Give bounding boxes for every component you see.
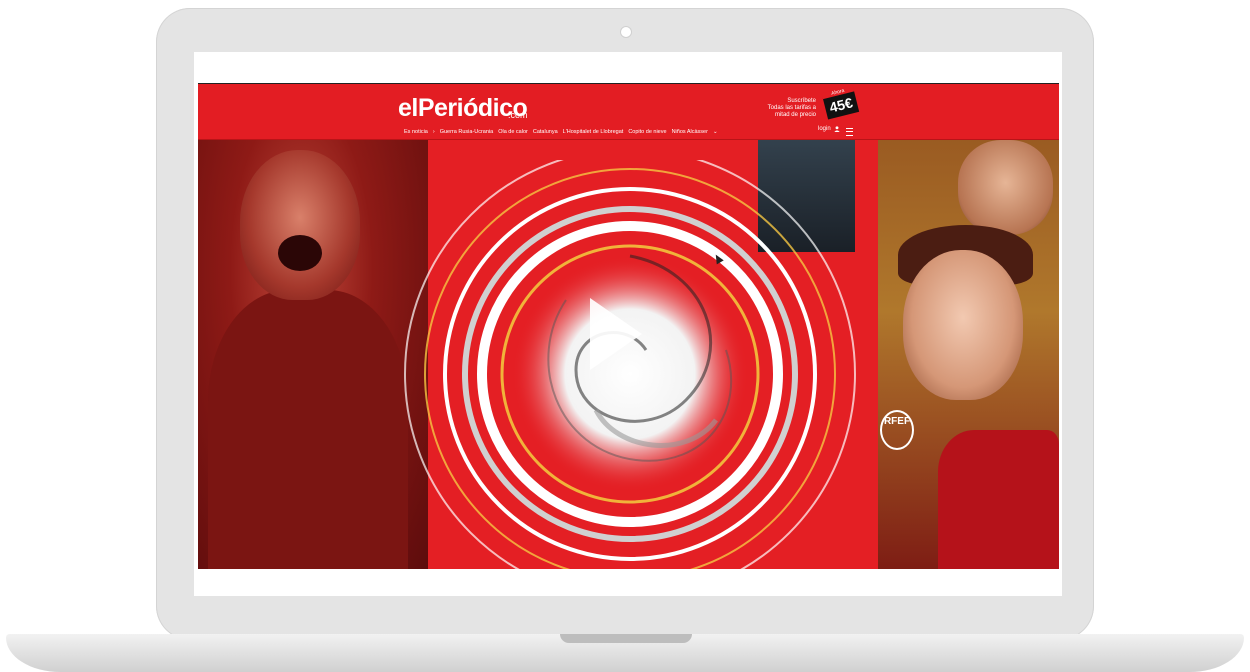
- browser-viewport: elPeriódico .com Suscríbete Todas las ta…: [198, 83, 1059, 569]
- site-logo-suffix: .com: [508, 110, 528, 120]
- menu-icon[interactable]: [846, 128, 853, 136]
- fan-left-mouth: [278, 235, 322, 271]
- fan-right-top-face: [958, 140, 1053, 235]
- nav-item[interactable]: Catalunya: [533, 129, 558, 135]
- chevron-down-icon[interactable]: ⌄: [713, 129, 718, 135]
- laptop-notch: [560, 634, 692, 643]
- fan-left-face: [240, 150, 360, 300]
- subscribe-promo[interactable]: Suscríbete Todas las tarifas a mitad de …: [728, 98, 816, 119]
- fan-right-scarf: [938, 430, 1059, 569]
- promo-line-3: mitad de precio: [774, 112, 816, 118]
- promo-line-1: Suscríbete: [787, 98, 816, 104]
- user-icon: [833, 126, 840, 132]
- promo-badge-price: 45€: [827, 94, 855, 116]
- nav-item[interactable]: Copito de nieve: [628, 129, 666, 135]
- nav-lead: Es noticia: [404, 129, 428, 135]
- topics-nav: Es noticia › Guerra Rusia-Ucrania Ola de…: [404, 127, 718, 137]
- rfef-logo: RFEF: [880, 410, 914, 450]
- nav-item[interactable]: Niños Alcàsser: [672, 129, 708, 135]
- promo-price-badge[interactable]: Ahora 45€: [821, 85, 860, 120]
- play-icon[interactable]: [590, 298, 642, 370]
- fan-right-face: [903, 250, 1023, 400]
- login-label: login: [818, 126, 831, 132]
- chevron-right-icon: ›: [432, 129, 435, 135]
- camera-icon: [621, 27, 631, 37]
- nav-item[interactable]: Ola de calor: [498, 129, 528, 135]
- video-player[interactable]: RFEF: [198, 140, 1059, 569]
- nav-item[interactable]: L'Hospitalet de Llobregat: [563, 129, 624, 135]
- login-link[interactable]: login: [818, 126, 840, 132]
- nav-item[interactable]: Guerra Rusia-Ucrania: [440, 129, 494, 135]
- promo-line-2: Todas las tarifas a: [767, 105, 816, 111]
- fan-left-body: [208, 290, 408, 569]
- site-header: elPeriódico .com Suscríbete Todas las ta…: [198, 83, 1059, 140]
